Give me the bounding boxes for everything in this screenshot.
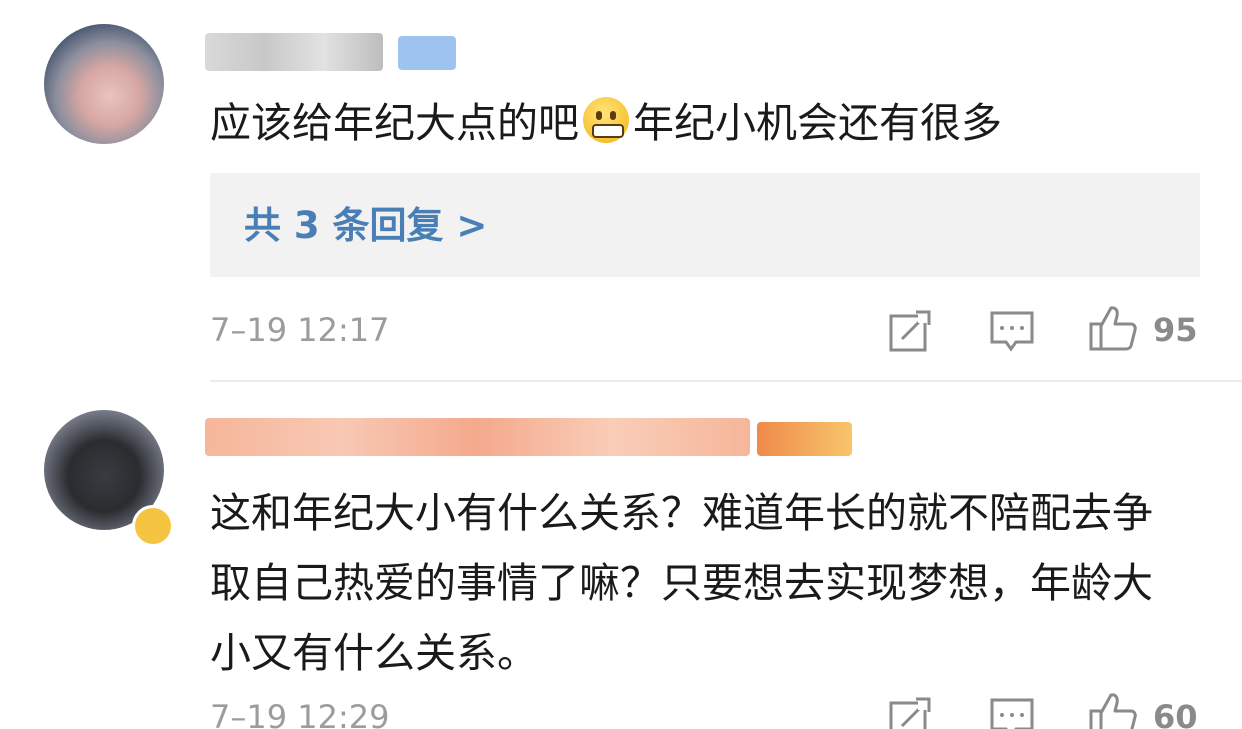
share-icon[interactable]: [888, 309, 932, 353]
view-replies-link[interactable]: 共 3 条回复 >: [244, 198, 487, 254]
like-icon[interactable]: [1088, 304, 1138, 352]
comment-list: 应该给年纪大点的吧 年纪小机会还有很多 共 3 条回复 > 7–19 12:17 …: [0, 0, 1242, 729]
verified-badge-icon: [132, 505, 174, 547]
comment-time: 7–19 12:29: [210, 698, 390, 729]
divider: [210, 380, 1242, 382]
username-blurred[interactable]: [205, 418, 750, 456]
username-blurred[interactable]: [205, 33, 383, 71]
comment-text: 应该给年纪大点的吧 年纪小机会还有很多: [210, 88, 1210, 158]
share-icon[interactable]: [888, 696, 932, 729]
user-badge: [398, 36, 456, 70]
like-count: 95: [1153, 311, 1198, 349]
comment-text-part: 应该给年纪大点的吧: [210, 99, 579, 147]
comment-time: 7–19 12:17: [210, 311, 390, 349]
avatar[interactable]: [44, 24, 164, 144]
user-badge: [757, 422, 852, 456]
comment-icon[interactable]: [989, 310, 1035, 352]
comment-text: 这和年纪大小有什么关系？难道年长的就不陪配去争取自己热爱的事情了嘛？只要想去实现…: [210, 489, 1153, 677]
like-count: 60: [1153, 698, 1198, 729]
like-icon[interactable]: [1088, 691, 1138, 729]
grimacing-emoji-icon: [583, 97, 629, 143]
comment-text-part: 年纪小机会还有很多: [633, 99, 1002, 147]
comment-icon[interactable]: [989, 697, 1035, 729]
